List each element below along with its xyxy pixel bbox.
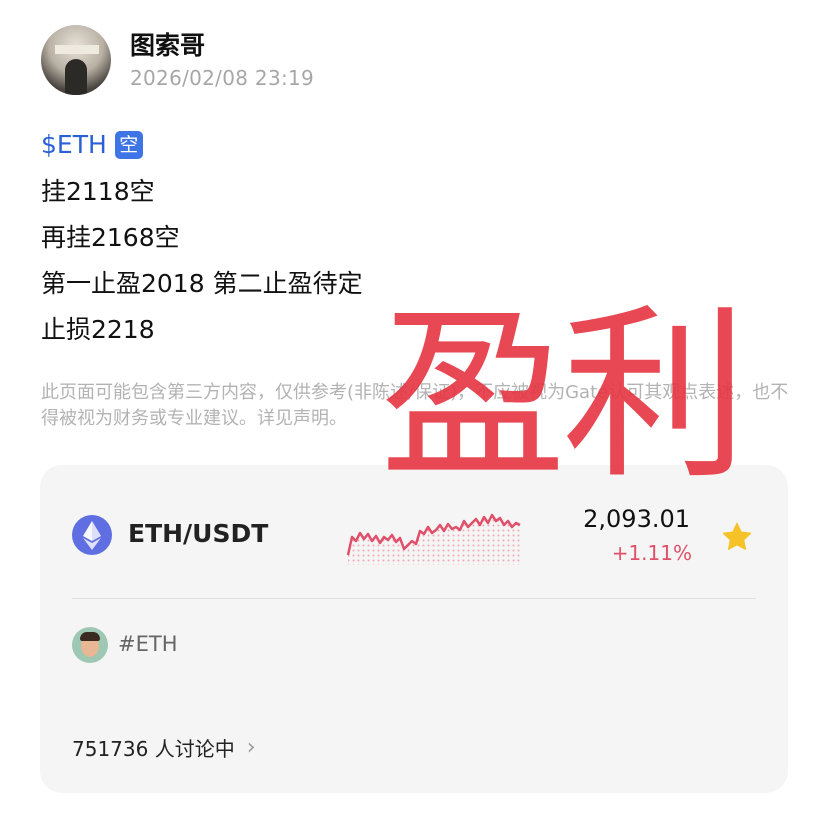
chevron-right-icon: › xyxy=(246,735,256,760)
ticker-tag[interactable]: $ETH 空 xyxy=(41,130,143,159)
avatar-banner xyxy=(55,45,99,54)
topic-avatar xyxy=(72,627,108,663)
card-divider xyxy=(72,598,756,599)
ticker-label[interactable]: $ETH xyxy=(41,130,107,159)
avatar-figure xyxy=(65,59,87,95)
author-name[interactable]: 图索哥 xyxy=(130,26,205,62)
short-badge: 空 xyxy=(114,130,143,159)
post-line-3: 第一止盈2018 第二止盈待定 xyxy=(41,269,363,298)
post-timestamp: 2026/02/08 23:19 xyxy=(130,66,315,90)
post-line-2: 再挂2168空 xyxy=(41,223,180,252)
avatar-hair xyxy=(80,632,100,641)
post-line-1: 挂2118空 xyxy=(41,177,155,206)
price-change: +1.11% xyxy=(611,541,692,565)
last-price: 2,093.01 xyxy=(583,505,690,533)
discussion-link[interactable]: 751736 人讨论中 › xyxy=(72,733,256,762)
author-avatar[interactable] xyxy=(41,25,111,95)
price-sparkline xyxy=(346,513,521,565)
star-icon[interactable] xyxy=(720,520,754,554)
topic-tag[interactable]: #ETH xyxy=(118,632,177,656)
market-card[interactable]: ETH/USDT 2,093.01 +1.11% #ETH 751736 人讨论… xyxy=(40,465,788,793)
eth-icon xyxy=(72,515,112,555)
pair-label[interactable]: ETH/USDT xyxy=(128,519,268,548)
profit-stamp: 盈利 xyxy=(380,287,748,504)
post-line-4: 止损2218 xyxy=(41,315,155,344)
discussion-count: 751736 人讨论中 xyxy=(72,737,235,761)
